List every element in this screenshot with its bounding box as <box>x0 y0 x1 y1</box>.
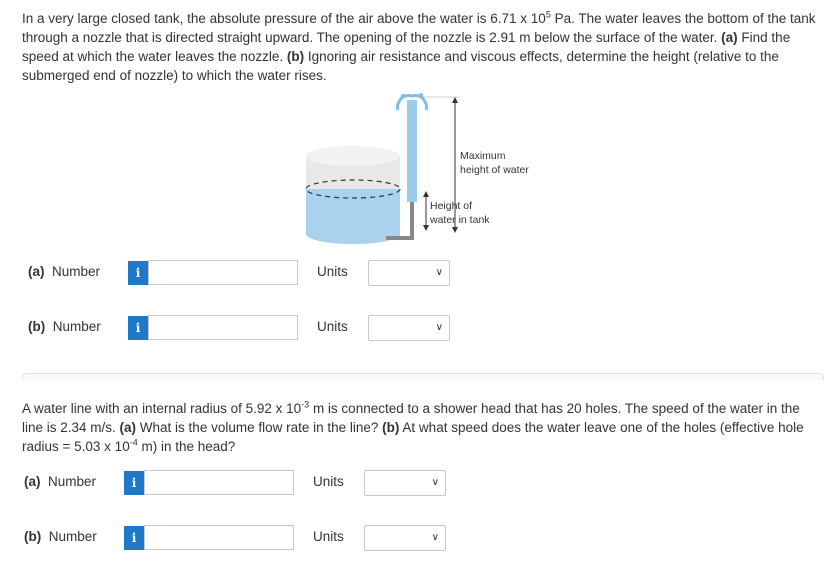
p1-answer-row-b: (b) Number i Units ∨ <box>0 314 839 342</box>
p2-exponent-1: -3 <box>301 399 310 410</box>
tank-top <box>306 146 400 166</box>
units-select[interactable]: ∨ <box>364 525 446 551</box>
info-icon[interactable]: i <box>128 261 148 285</box>
info-icon[interactable]: i <box>124 471 144 495</box>
tank-height-label: Height of water in tank <box>430 200 490 226</box>
number-input[interactable] <box>144 525 294 550</box>
chevron-down-icon: ∨ <box>431 477 439 488</box>
info-icon[interactable]: i <box>128 316 148 340</box>
info-icon[interactable]: i <box>124 526 144 550</box>
part-label: (a) Number <box>28 264 101 279</box>
problem-2-text: A water line with an internal radius of … <box>22 399 822 456</box>
p2-part-b-text-2: m) in the head? <box>137 439 236 454</box>
part-label: (b) Number <box>24 529 97 544</box>
units-select[interactable]: ∨ <box>364 470 446 496</box>
section-divider <box>22 373 824 380</box>
p2-part-b-label: (b) <box>382 420 400 435</box>
number-input[interactable] <box>148 315 298 340</box>
p2-answer-row-b: (b) Number i Units ∨ <box>0 524 839 552</box>
units-select[interactable]: ∨ <box>368 315 450 341</box>
p1-answer-row-a: (a) Number i Units ∨ <box>0 259 839 287</box>
p1-text-1: In a very large closed tank, the absolut… <box>22 11 546 26</box>
tank-water <box>306 189 400 244</box>
p2-exponent-2: -4 <box>129 437 138 448</box>
chevron-down-icon: ∨ <box>435 322 443 333</box>
p1-part-a-label: (a) <box>721 30 738 45</box>
max-height-label: Maximum height of water <box>460 150 529 176</box>
number-input[interactable] <box>148 260 298 285</box>
units-select[interactable]: ∨ <box>368 260 450 286</box>
units-label: Units <box>313 474 344 489</box>
p2-text-1: A water line with an internal radius of … <box>22 401 302 416</box>
water-jet <box>407 100 417 202</box>
units-label: Units <box>317 319 348 334</box>
units-label: Units <box>317 264 348 279</box>
chevron-down-icon: ∨ <box>431 532 439 543</box>
number-input[interactable] <box>144 470 294 495</box>
units-label: Units <box>313 529 344 544</box>
p2-part-a-text: What is the volume flow rate in the line… <box>136 420 383 435</box>
p1-part-b-label: (b) <box>286 49 305 64</box>
part-label: (b) Number <box>28 319 101 334</box>
part-label: (a) Number <box>24 474 97 489</box>
p2-part-a-label: (a) <box>119 420 137 435</box>
chevron-down-icon: ∨ <box>435 267 443 278</box>
problem-1-text: In a very large closed tank, the absolut… <box>22 9 827 85</box>
p2-answer-row-a: (a) Number i Units ∨ <box>0 469 839 497</box>
